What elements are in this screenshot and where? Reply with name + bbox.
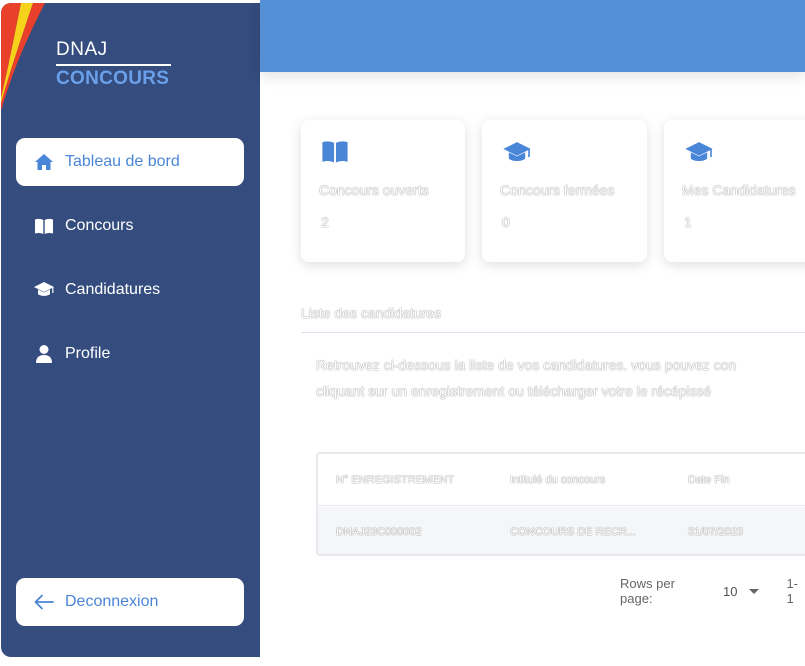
arrow-left-icon: [33, 591, 55, 613]
stat-label: Mes Candidatures: [682, 182, 796, 198]
brand-logo: DNAJ CONCOURS: [56, 39, 171, 90]
caret-down-icon: [749, 588, 760, 594]
stat-card-concours-fermes[interactable]: Concours fermées 0: [482, 120, 647, 262]
sidebar-item-profile[interactable]: Profile: [16, 330, 244, 378]
column-header-numero[interactable]: N° ENREGISTREMENT: [336, 454, 454, 505]
column-header-intitule[interactable]: Intitulé du concours: [510, 454, 605, 505]
rows-per-page-label: Rows per page:: [620, 576, 675, 606]
candidatures-table: N° ENREGISTREMENT Intitulé du concours D…: [316, 452, 805, 556]
logout-button[interactable]: Deconnexion: [16, 578, 244, 626]
stat-value: 1: [684, 214, 692, 230]
home-icon: [33, 151, 55, 173]
table-header-row: N° ENREGISTREMENT Intitulé du concours D…: [318, 454, 805, 506]
sidebar-item-candidatures[interactable]: Candidatures: [16, 266, 244, 314]
brand-title: DNAJ: [56, 39, 171, 66]
description-line: cliquant sur un enregistrement ou téléch…: [316, 383, 712, 399]
sidebar-item-label: Candidatures: [65, 281, 161, 298]
sidebar-item-label: Profile: [65, 345, 111, 362]
graduation-cap-icon: [502, 140, 532, 168]
top-header-bar: [260, 0, 805, 72]
sidebar-item-label: Concours: [65, 217, 134, 234]
stat-value: 2: [321, 214, 329, 230]
table-row[interactable]: DNAJ23C000002 CONCOURS DE RECR... 31/07/…: [318, 507, 805, 554]
rows-per-page-select[interactable]: 10: [722, 583, 760, 599]
table-pagination: Rows per page: 10 1-1: [620, 576, 805, 606]
stat-label: Concours ouverts: [319, 182, 429, 198]
user-icon: [33, 343, 55, 365]
sidebar-item-label: Tableau de bord: [65, 153, 180, 170]
cell-numero: DNAJ23C000002: [336, 525, 422, 538]
stat-card-mes-candidatures[interactable]: Mes Candidatures 1: [664, 120, 805, 262]
description-line: Retrouvez ci-dessous la liste de vos can…: [316, 357, 737, 373]
section-title: Liste des candidatures: [301, 305, 442, 321]
sidebar: DNAJ CONCOURS Tableau de bord Concours C…: [1, 3, 260, 657]
book-icon: [33, 215, 55, 237]
pagination-range: 1-1: [786, 576, 798, 606]
stat-value: 0: [502, 214, 510, 230]
logout-label: Deconnexion: [65, 593, 159, 610]
sidebar-item-dashboard[interactable]: Tableau de bord: [16, 138, 244, 186]
book-icon: [321, 140, 351, 168]
section-divider: [301, 332, 805, 333]
section-description: Retrouvez ci-dessous la liste de vos can…: [316, 352, 805, 404]
graduation-cap-icon: [33, 279, 55, 301]
rows-per-page-value: 10: [722, 583, 738, 599]
sidebar-item-concours[interactable]: Concours: [16, 202, 244, 250]
graduation-cap-icon: [684, 140, 714, 168]
cell-date-fin: 31/07/2023: [688, 525, 744, 538]
brand-subtitle: CONCOURS: [56, 68, 170, 89]
cell-intitule: CONCOURS DE RECR...: [510, 525, 636, 538]
column-header-date-fin[interactable]: Date Fin: [688, 454, 730, 505]
stat-label: Concours fermées: [500, 182, 615, 198]
stat-card-concours-ouverts[interactable]: Concours ouverts 2: [301, 120, 465, 262]
